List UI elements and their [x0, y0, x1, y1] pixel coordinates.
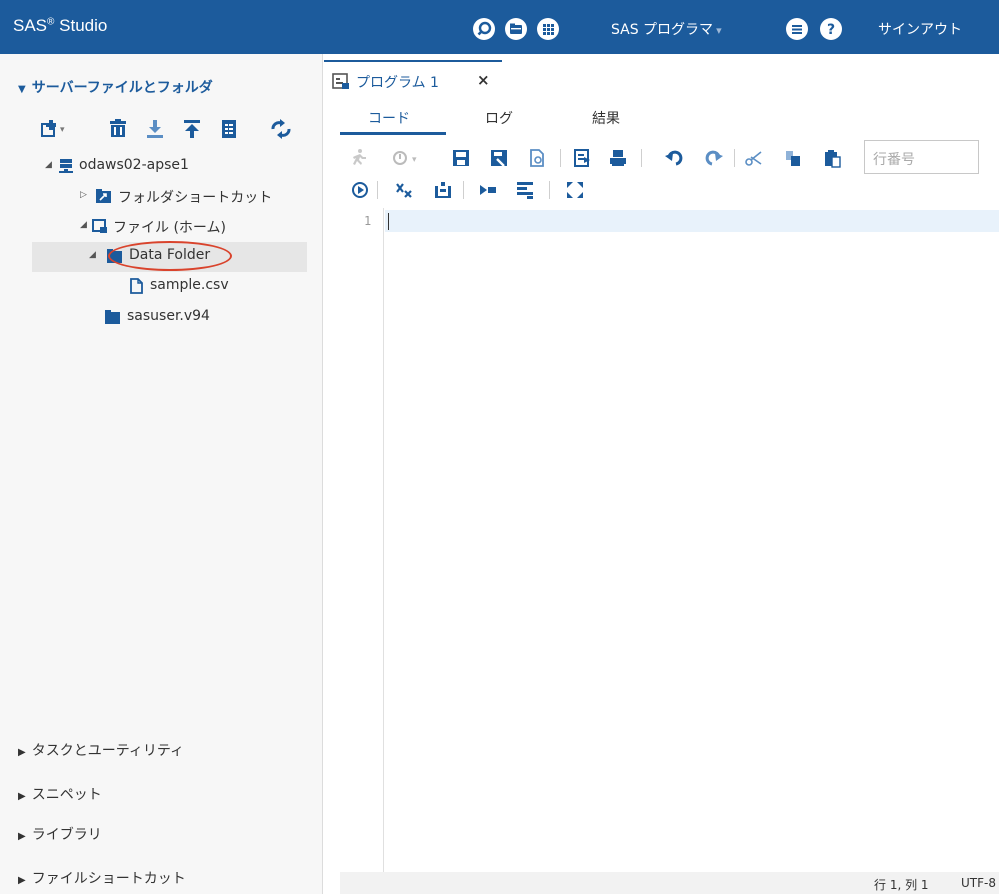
open-folder-icon[interactable]: [505, 18, 527, 40]
paste-icon[interactable]: [822, 148, 842, 168]
section-snippets[interactable]: ▶ スニペット: [18, 784, 102, 804]
program-icon: [332, 72, 350, 90]
section-label: ファイルショートカット: [31, 871, 186, 887]
maximize-icon[interactable]: [565, 180, 585, 200]
section-file-shortcuts[interactable]: ▶ ファイルショートカット: [18, 868, 186, 888]
clear-formatting-icon[interactable]: [394, 180, 414, 200]
refresh-icon[interactable]: [268, 118, 291, 140]
delete-icon[interactable]: [107, 118, 129, 140]
print-icon[interactable]: [608, 148, 628, 168]
tree-node-data-folder[interactable]: ◢ Data Folder: [32, 242, 307, 272]
section-label: ライブラリ: [31, 827, 102, 843]
triangle-down-icon: ▼: [18, 84, 26, 95]
expanded-triangle-icon[interactable]: ◢: [45, 160, 52, 170]
line-number-gutter: 1: [340, 208, 384, 872]
save-as-icon[interactable]: [489, 148, 509, 168]
outline-icon[interactable]: [515, 180, 535, 200]
toolbar-separator: [641, 149, 642, 167]
tree-node-sample-csv[interactable]: sample.csv: [40, 272, 310, 302]
submit-icon[interactable]: [572, 148, 592, 168]
expanded-triangle-icon[interactable]: ◢: [89, 250, 96, 260]
perspective-menu[interactable]: SAS プログラマ ▾: [611, 19, 722, 39]
svg-text:?: ?: [827, 22, 835, 38]
run-all-icon[interactable]: [350, 180, 370, 200]
tree-label: フォルダショートカット: [118, 190, 273, 206]
section-server-files[interactable]: ▼ サーバーファイルとフォルダ: [18, 77, 213, 97]
save-icon[interactable]: [451, 148, 471, 168]
redo-icon[interactable]: [704, 148, 724, 168]
tree-node-server[interactable]: ◢ odaws02-apse1: [40, 152, 310, 182]
download-icon[interactable]: [144, 118, 166, 140]
tab-program-1[interactable]: プログラム 1 ×: [324, 60, 502, 96]
help-icon[interactable]: ?: [820, 18, 842, 40]
toolbar-separator: [560, 149, 561, 167]
section-libraries[interactable]: ▶ ライブラリ: [18, 824, 102, 844]
toolbar-separator: [377, 181, 378, 199]
format-code-icon[interactable]: [433, 180, 453, 200]
chevron-down-icon: ▾: [716, 24, 722, 37]
triangle-right-icon: ▶: [18, 831, 26, 842]
cursor-position: 行 1, 列 1: [874, 878, 929, 892]
server-icon: [58, 158, 75, 174]
triangle-right-icon: ▶: [18, 875, 26, 886]
active-line-highlight: [385, 210, 999, 232]
tree-node-home-files[interactable]: ◢ ファイル (ホーム): [40, 212, 310, 242]
section-label: スニペット: [31, 787, 102, 803]
tree-label: odaws02-apse1: [79, 157, 189, 173]
menu-list-icon[interactable]: [786, 18, 808, 40]
toolbar-separator: [549, 181, 550, 199]
tree-label: sasuser.v94: [127, 308, 210, 324]
line-number-input[interactable]: 行番号: [864, 140, 979, 174]
tab-label: プログラム 1: [356, 75, 439, 91]
sub-tab-bar: コード ログ 結果: [324, 96, 999, 134]
app-title: SAS® Studio: [13, 16, 108, 35]
section-label: サーバーファイルとフォルダ: [31, 80, 213, 96]
toolbar-separator: [734, 149, 735, 167]
toolbar-separator: [463, 181, 464, 199]
search-icon[interactable]: [473, 18, 495, 40]
open-file-icon[interactable]: [527, 148, 547, 168]
active-tab-indicator: [340, 132, 446, 135]
folder-icon: [104, 309, 121, 325]
status-bar: 行 1, 列 1 UTF-8: [340, 872, 999, 894]
folder-icon: [106, 248, 123, 264]
tree-label: sample.csv: [150, 277, 229, 293]
cut-icon[interactable]: [744, 148, 764, 168]
expanded-triangle-icon[interactable]: ◢: [80, 220, 87, 230]
tab-log[interactable]: ログ: [485, 108, 513, 128]
tab-results[interactable]: 結果: [592, 108, 620, 128]
properties-icon[interactable]: [218, 118, 240, 140]
run-icon[interactable]: [349, 148, 369, 168]
tree-label: Data Folder: [129, 247, 211, 263]
tree-node-folder-shortcuts[interactable]: ▷ フォルダショートカット: [40, 182, 310, 212]
text-cursor: [388, 213, 389, 230]
triangle-right-icon: ▶: [18, 791, 26, 802]
file-icon: [128, 278, 145, 294]
close-icon[interactable]: ×: [477, 71, 490, 89]
copy-icon[interactable]: [783, 148, 803, 168]
perspective-label: SAS プログラマ: [611, 22, 714, 38]
section-label: タスクとユーティリティ: [31, 743, 185, 759]
history-icon[interactable]: ▾: [390, 148, 426, 168]
svg-text:▾: ▾: [412, 155, 417, 165]
tree-label: ファイル (ホーム): [113, 220, 226, 236]
tab-code[interactable]: コード: [368, 108, 410, 128]
svg-text:▾: ▾: [60, 125, 65, 135]
top-bar: SAS® Studio SAS プログラマ ▾ ? サインアウト: [0, 0, 999, 54]
encoding-label: UTF-8: [961, 876, 996, 890]
folder-shortcut-icon: [95, 188, 112, 204]
indent-icon[interactable]: [478, 180, 498, 200]
code-editor[interactable]: 1: [340, 208, 999, 872]
apps-grid-icon[interactable]: [537, 18, 559, 40]
line-number: 1: [364, 214, 372, 228]
triangle-right-icon: ▶: [18, 747, 26, 758]
undo-icon[interactable]: [664, 148, 684, 168]
upload-icon[interactable]: [181, 118, 203, 140]
sign-out-link[interactable]: サインアウト: [878, 19, 962, 39]
new-item-icon[interactable]: ▾: [40, 118, 65, 140]
section-tasks[interactable]: ▶ タスクとユーティリティ: [18, 740, 184, 760]
home-files-icon: [91, 218, 108, 234]
tree-node-sasuser[interactable]: sasuser.v94: [40, 303, 310, 333]
collapsed-triangle-icon[interactable]: ▷: [80, 190, 87, 200]
